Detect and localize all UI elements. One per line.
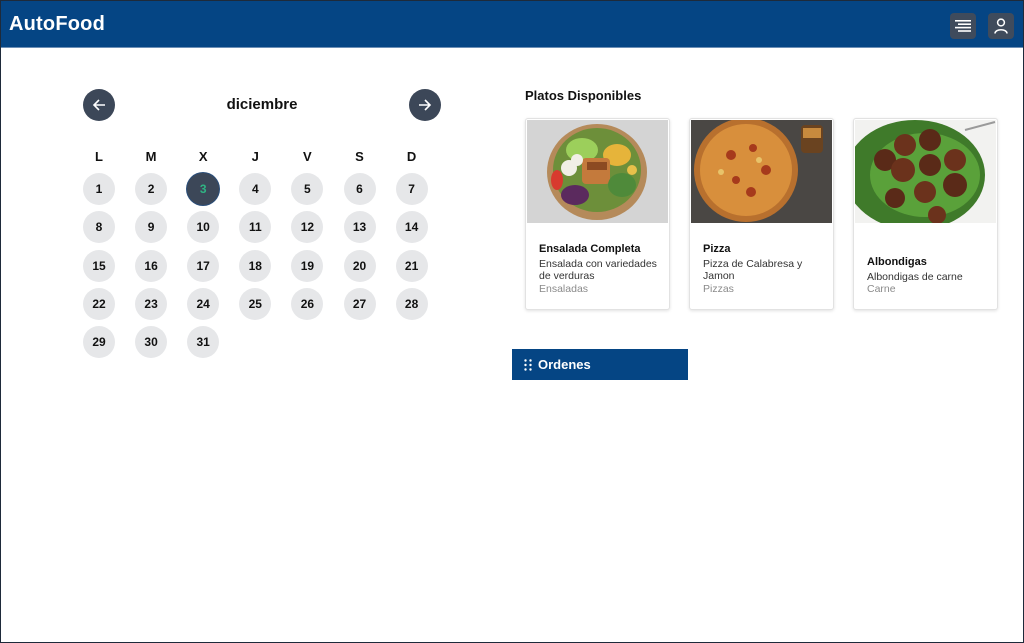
calendar-day[interactable]: 18: [239, 249, 272, 282]
calendar-day[interactable]: 9: [135, 211, 168, 244]
calendar-day[interactable]: 17: [187, 249, 220, 282]
calendar-day[interactable]: 2: [135, 173, 168, 205]
calendar-day[interactable]: 28: [395, 287, 428, 320]
calendar-day[interactable]: 21: [395, 249, 428, 282]
menu-lines-icon: [955, 20, 971, 32]
plato-category: Ensaladas: [539, 282, 589, 295]
calendar-day[interactable]: 1: [83, 173, 115, 205]
plato-description: Albondigas de carne: [867, 270, 963, 283]
meatballs-image: [855, 120, 996, 223]
calendar-day-selected[interactable]: 3: [187, 173, 220, 205]
plato-name: Albondigas: [867, 256, 927, 268]
calendar-day[interactable]: 14: [395, 211, 428, 244]
plato-category: Pizzas: [703, 282, 734, 295]
ordenes-label: Ordenes: [538, 357, 591, 372]
calendar-day[interactable]: 11: [239, 211, 272, 244]
calendar-day[interactable]: 30: [135, 326, 168, 359]
calendar-day[interactable]: 24: [187, 287, 220, 320]
top-bar: AutoFood: [1, 1, 1023, 48]
calendar-day[interactable]: 29: [83, 326, 115, 359]
calendar-day[interactable]: 5: [291, 173, 324, 205]
plato-card-pizza[interactable]: Pizza Pizza de Calabresa y Jamon Pizzas: [689, 118, 834, 310]
plato-card-albondigas[interactable]: Albondigas Albondigas de carne Carne: [853, 118, 998, 310]
user-button[interactable]: [988, 13, 1014, 39]
calendar-day[interactable]: 8: [83, 211, 115, 244]
calendar-day[interactable]: 19: [291, 249, 324, 282]
plato-card-text: Pizza Pizza de Calabresa y Jamon Pizzas: [703, 243, 823, 295]
plato-description: Ensalada con variedades de verduras: [539, 257, 657, 283]
plato-card-ensalada[interactable]: Ensalada Completa Ensalada con variedade…: [525, 118, 670, 310]
calendar-day[interactable]: 22: [83, 287, 115, 320]
calendar-day[interactable]: 15: [83, 249, 115, 282]
plato-name: Ensalada Completa: [539, 243, 641, 255]
plato-description: Pizza de Calabresa y Jamon: [703, 257, 803, 283]
platos-title: Platos Disponibles: [525, 88, 642, 103]
weekday-label: M: [145, 149, 157, 164]
ordenes-panel-header[interactable]: Ordenes: [512, 349, 688, 380]
calendar-day[interactable]: 20: [343, 249, 376, 282]
calendar-month: diciembre: [226, 96, 298, 113]
calendar-day[interactable]: 6: [343, 173, 376, 205]
weekday-label: D: [406, 149, 417, 164]
salad-image: [527, 120, 668, 223]
plato-name: Pizza: [703, 243, 731, 255]
calendar-day[interactable]: 25: [239, 287, 272, 320]
app-title: AutoFood: [9, 13, 106, 35]
menu-button[interactable]: [950, 13, 976, 39]
calendar-day[interactable]: 16: [135, 249, 168, 282]
plato-card-text: Ensalada Completa Ensalada con variedade…: [539, 243, 659, 295]
arrow-right-icon: [419, 99, 432, 111]
calendar-day[interactable]: 13: [343, 211, 376, 244]
weekday-label: X: [198, 149, 208, 164]
calendar-day[interactable]: 27: [343, 287, 376, 320]
weekday-label: L: [95, 149, 103, 164]
calendar-day[interactable]: 4: [239, 173, 272, 205]
calendar-day[interactable]: 23: [135, 287, 168, 320]
drag-grip-icon: [524, 358, 532, 371]
arrow-left-icon: [92, 99, 105, 111]
plato-card-text: Albondigas Albondigas de carne Carne: [867, 256, 987, 296]
calendar-prev-button[interactable]: [83, 89, 115, 121]
weekday-label: S: [355, 149, 364, 164]
user-icon: [994, 18, 1008, 34]
plato-category: Carne: [867, 283, 896, 295]
calendar-next-button[interactable]: [409, 89, 441, 121]
pizza-image: [691, 120, 832, 223]
calendar-day[interactable]: 31: [187, 326, 220, 359]
calendar-day[interactable]: 7: [395, 173, 428, 205]
weekday-label: V: [303, 149, 312, 164]
weekday-label: J: [251, 149, 259, 164]
calendar-day[interactable]: 26: [291, 287, 324, 320]
calendar-day[interactable]: 12: [291, 211, 324, 244]
calendar-day[interactable]: 10: [187, 211, 220, 244]
